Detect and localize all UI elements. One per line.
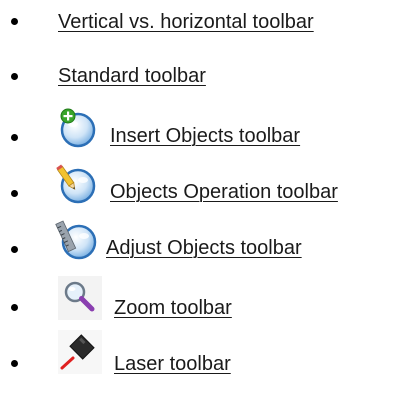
toolbar-links-list: Vertical vs. horizontal toolbar Standard… — [0, 0, 417, 397]
link-laser-toolbar[interactable]: Laser toolbar — [114, 352, 231, 376]
list-item-standard-toolbar: Standard toolbar — [0, 56, 417, 100]
list-item-zoom-toolbar: Zoom toolbar — [0, 276, 417, 324]
link-zoom-toolbar[interactable]: Zoom toolbar — [114, 296, 232, 320]
magnifier-icon — [58, 276, 102, 320]
bullet — [11, 73, 18, 80]
list-item-objects-operation-toolbar: Objects Operation toolbar — [0, 164, 417, 210]
link-standard-toolbar[interactable]: Standard toolbar — [58, 64, 206, 88]
adjust-objects-globe-ruler-icon — [55, 217, 99, 261]
bullet — [11, 246, 18, 253]
list-item-vertical-vs-horizontal: Vertical vs. horizontal toolbar — [0, 2, 417, 46]
list-item-laser-toolbar: Laser toolbar — [0, 330, 417, 380]
link-insert-objects-toolbar[interactable]: Insert Objects toolbar — [110, 124, 300, 148]
list-item-insert-objects-toolbar: Insert Objects toolbar — [0, 108, 417, 154]
bullet — [11, 134, 18, 141]
bullet — [11, 304, 18, 311]
bullet — [11, 190, 18, 197]
objects-operation-globe-pencil-icon — [55, 161, 99, 205]
laser-pointer-icon — [58, 330, 102, 374]
insert-objects-globe-plus-icon — [55, 105, 99, 149]
link-vertical-vs-horizontal-toolbar[interactable]: Vertical vs. horizontal toolbar — [58, 10, 314, 34]
bullet — [11, 18, 18, 25]
list-item-adjust-objects-toolbar: Adjust Objects toolbar — [0, 220, 417, 266]
link-adjust-objects-toolbar[interactable]: Adjust Objects toolbar — [106, 236, 302, 260]
link-objects-operation-toolbar[interactable]: Objects Operation toolbar — [110, 180, 338, 204]
bullet — [11, 360, 18, 367]
